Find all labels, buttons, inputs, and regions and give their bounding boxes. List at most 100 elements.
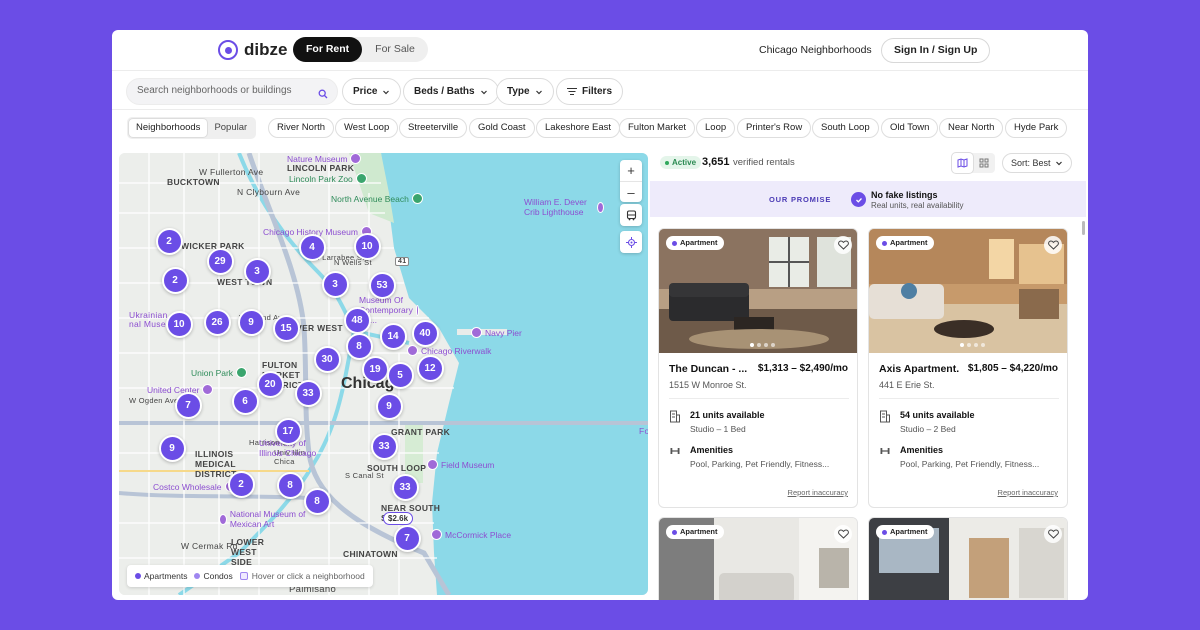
map-cluster-marker[interactable]: 19 xyxy=(361,355,389,383)
chip-neighborhood[interactable]: West Loop xyxy=(335,118,399,138)
map-cluster-marker[interactable]: 33 xyxy=(391,473,419,501)
listing-card[interactable]: Apartment The Duncan - ... $1,313 – $2,4… xyxy=(658,228,858,508)
map-cluster-marker[interactable]: 30 xyxy=(313,345,341,373)
report-inaccuracy-link[interactable]: Report inaccuracy xyxy=(788,488,848,497)
chip-neighborhood[interactable]: Fulton Market xyxy=(619,118,696,138)
chip-neighborhood[interactable]: Streeterville xyxy=(399,118,468,138)
map-cluster-marker[interactable]: 5 xyxy=(386,361,414,389)
tab-neighborhoods[interactable]: Neighborhoods xyxy=(129,119,208,137)
poi[interactable]: North Avenue Beach xyxy=(331,193,423,204)
map-label: W Ogden Ave xyxy=(129,396,179,405)
chicago-neighborhoods-link[interactable]: Chicago Neighborhoods xyxy=(759,44,872,56)
favorite-button[interactable] xyxy=(1044,236,1062,254)
map-cluster-marker[interactable]: 7 xyxy=(174,391,202,419)
poi[interactable]: Union Park xyxy=(191,367,248,378)
map-view-button[interactable] xyxy=(952,153,973,173)
chip-neighborhood[interactable]: Lakeshore East xyxy=(536,118,621,138)
map-cluster-marker[interactable]: 9 xyxy=(237,308,265,336)
map-view[interactable]: Chicago BUCKTOWN W Fullerton Ave N Clybo… xyxy=(119,153,648,595)
map-cluster-marker[interactable]: 4 xyxy=(298,233,326,261)
favorite-button[interactable] xyxy=(834,236,852,254)
map-cluster-marker[interactable]: 40 xyxy=(411,319,439,347)
chip-neighborhood[interactable]: Loop xyxy=(696,118,736,138)
map-cluster-marker[interactable]: 12 xyxy=(416,354,444,382)
poi[interactable]: Nature Museum xyxy=(287,153,362,164)
price-pin[interactable]: $2.6k xyxy=(383,512,414,525)
map-cluster-marker[interactable]: 26 xyxy=(203,308,231,336)
poi[interactable]: Navy Pier xyxy=(471,327,522,338)
zoom-in-button[interactable]: + xyxy=(620,160,642,181)
map-cluster-marker[interactable]: 10 xyxy=(165,310,193,338)
search-input[interactable] xyxy=(137,85,307,96)
report-inaccuracy-link[interactable]: Report inaccuracy xyxy=(998,488,1058,497)
beds-baths-filter-button[interactable]: Beds / Baths xyxy=(403,78,499,105)
chip-neighborhood[interactable]: Gold Coast xyxy=(469,118,535,138)
search-icon[interactable] xyxy=(318,86,328,104)
chip-neighborhood[interactable]: Old Town xyxy=(881,118,939,138)
chip-neighborhood[interactable]: Near North xyxy=(939,118,1004,138)
map-cluster-marker[interactable]: 8 xyxy=(345,332,373,360)
chip-neighborhood[interactable]: Printer's Row xyxy=(737,118,812,138)
map-cluster-marker[interactable]: 9 xyxy=(158,434,186,462)
favorite-button[interactable] xyxy=(834,525,852,543)
map-cluster-marker[interactable]: 9 xyxy=(375,392,403,420)
type-filter-button[interactable]: Type xyxy=(496,78,554,105)
transit-layer-button[interactable] xyxy=(620,204,642,226)
map-cluster-marker[interactable]: 17 xyxy=(274,417,302,445)
listing-photo[interactable]: Apartment xyxy=(869,229,1067,353)
sign-in-button[interactable]: Sign In / Sign Up xyxy=(881,38,991,63)
map-cluster-marker[interactable]: 33 xyxy=(370,432,398,460)
amenities-row: Amenities Pool, Parking, Pet Friendly, Fi… xyxy=(879,445,1039,469)
listing-photo[interactable]: Apartment xyxy=(869,518,1067,600)
poi[interactable]: McCormick Place xyxy=(431,529,511,540)
map-cluster-marker[interactable]: 33 xyxy=(294,379,322,407)
map-cluster-marker[interactable]: 2 xyxy=(155,227,183,255)
listing-name[interactable]: The Duncan - ... xyxy=(669,363,749,375)
poi[interactable]: Chicago Riverwalk xyxy=(407,345,491,356)
map-cluster-marker[interactable]: 10 xyxy=(353,232,381,260)
map-cluster-marker[interactable]: 48 xyxy=(343,306,371,334)
price-filter-button[interactable]: Price xyxy=(342,78,402,105)
listing-photo[interactable]: Apartment xyxy=(659,518,857,600)
poi[interactable]: Costco Wholesale xyxy=(153,481,236,492)
listing-name[interactable]: Axis Apartment... xyxy=(879,363,959,375)
tab-popular[interactable]: Popular xyxy=(207,119,254,137)
poi[interactable]: Field Museum xyxy=(427,459,494,470)
map-cluster-marker[interactable]: 20 xyxy=(256,370,284,398)
map-cluster-marker[interactable]: 14 xyxy=(379,322,407,350)
locate-me-button[interactable] xyxy=(620,231,642,253)
poi[interactable]: William E. Dever Crib Lighthouse xyxy=(524,197,604,217)
zoom-out-button[interactable]: – xyxy=(620,181,642,202)
unit-types: Studio – 2 Bed xyxy=(900,424,956,434)
chip-neighborhood[interactable]: Hyde Park xyxy=(1005,118,1068,138)
map-cluster-marker[interactable]: 2 xyxy=(227,470,255,498)
price-filter-label: Price xyxy=(353,86,378,97)
chip-neighborhood[interactable]: South Loop xyxy=(812,118,879,138)
map-cluster-marker[interactable]: 2 xyxy=(161,266,189,294)
map-cluster-marker[interactable]: 53 xyxy=(368,271,396,299)
for-sale-tab[interactable]: For Sale xyxy=(362,37,428,62)
listing-photo[interactable]: Apartment xyxy=(659,229,857,353)
poi[interactable]: National Museum of Mexican Art xyxy=(219,509,309,529)
map-cluster-marker[interactable]: 3 xyxy=(243,257,271,285)
map-cluster-marker[interactable]: 15 xyxy=(272,314,300,342)
poi[interactable]: Lincoln Park Zoo xyxy=(289,173,367,184)
grid-view-button[interactable] xyxy=(973,153,994,173)
map-cluster-marker[interactable]: 29 xyxy=(206,247,234,275)
for-rent-tab[interactable]: For Rent xyxy=(293,37,363,62)
listing-price: $1,313 – $2,490/mo xyxy=(757,363,848,374)
listing-card[interactable]: Apartment xyxy=(868,517,1068,600)
map-cluster-marker[interactable]: 7 xyxy=(393,524,421,552)
logo[interactable]: dibze xyxy=(218,40,287,60)
listing-scrollbar[interactable] xyxy=(1082,221,1085,235)
map-cluster-marker[interactable]: 6 xyxy=(231,387,259,415)
more-filters-button[interactable]: Filters xyxy=(556,78,624,105)
chip-neighborhood[interactable]: River North xyxy=(268,118,335,138)
map-cluster-marker[interactable]: 8 xyxy=(276,471,304,499)
listing-card[interactable]: Apartment xyxy=(658,517,858,600)
favorite-button[interactable] xyxy=(1044,525,1062,543)
sort-dropdown[interactable]: Sort: Best xyxy=(1002,153,1072,173)
listing-card[interactable]: Apartment Axis Apartment... $1,805 – $4,… xyxy=(868,228,1068,508)
map-cluster-marker[interactable]: 8 xyxy=(303,487,331,515)
map-cluster-marker[interactable]: 3 xyxy=(321,270,349,298)
